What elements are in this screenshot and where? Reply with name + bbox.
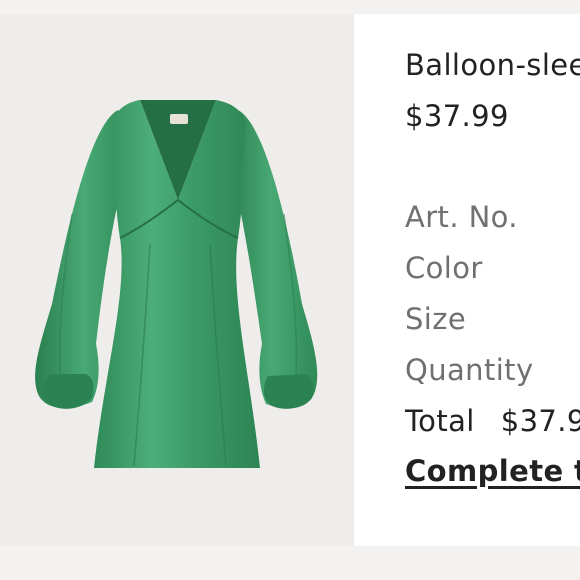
size-label: Size [405,302,467,336]
product-info-panel: Balloon-slee $37.99 Art. No. Color Size … [354,14,580,546]
dress-illustration [35,100,318,468]
bottom-strip [0,546,580,580]
art-no-label: Art. No. [405,200,518,234]
top-strip [0,0,580,14]
product-title: Balloon-slee [405,48,580,82]
product-image [0,14,354,546]
complete-link[interactable]: Complete t [405,457,580,486]
total-label: Total [405,404,475,438]
color-label: Color [405,251,483,285]
product-price: $37.99 [405,99,509,133]
total-row: Total $37.9 [405,407,580,436]
total-value: $37.9 [500,404,580,438]
quantity-label: Quantity [405,353,534,387]
